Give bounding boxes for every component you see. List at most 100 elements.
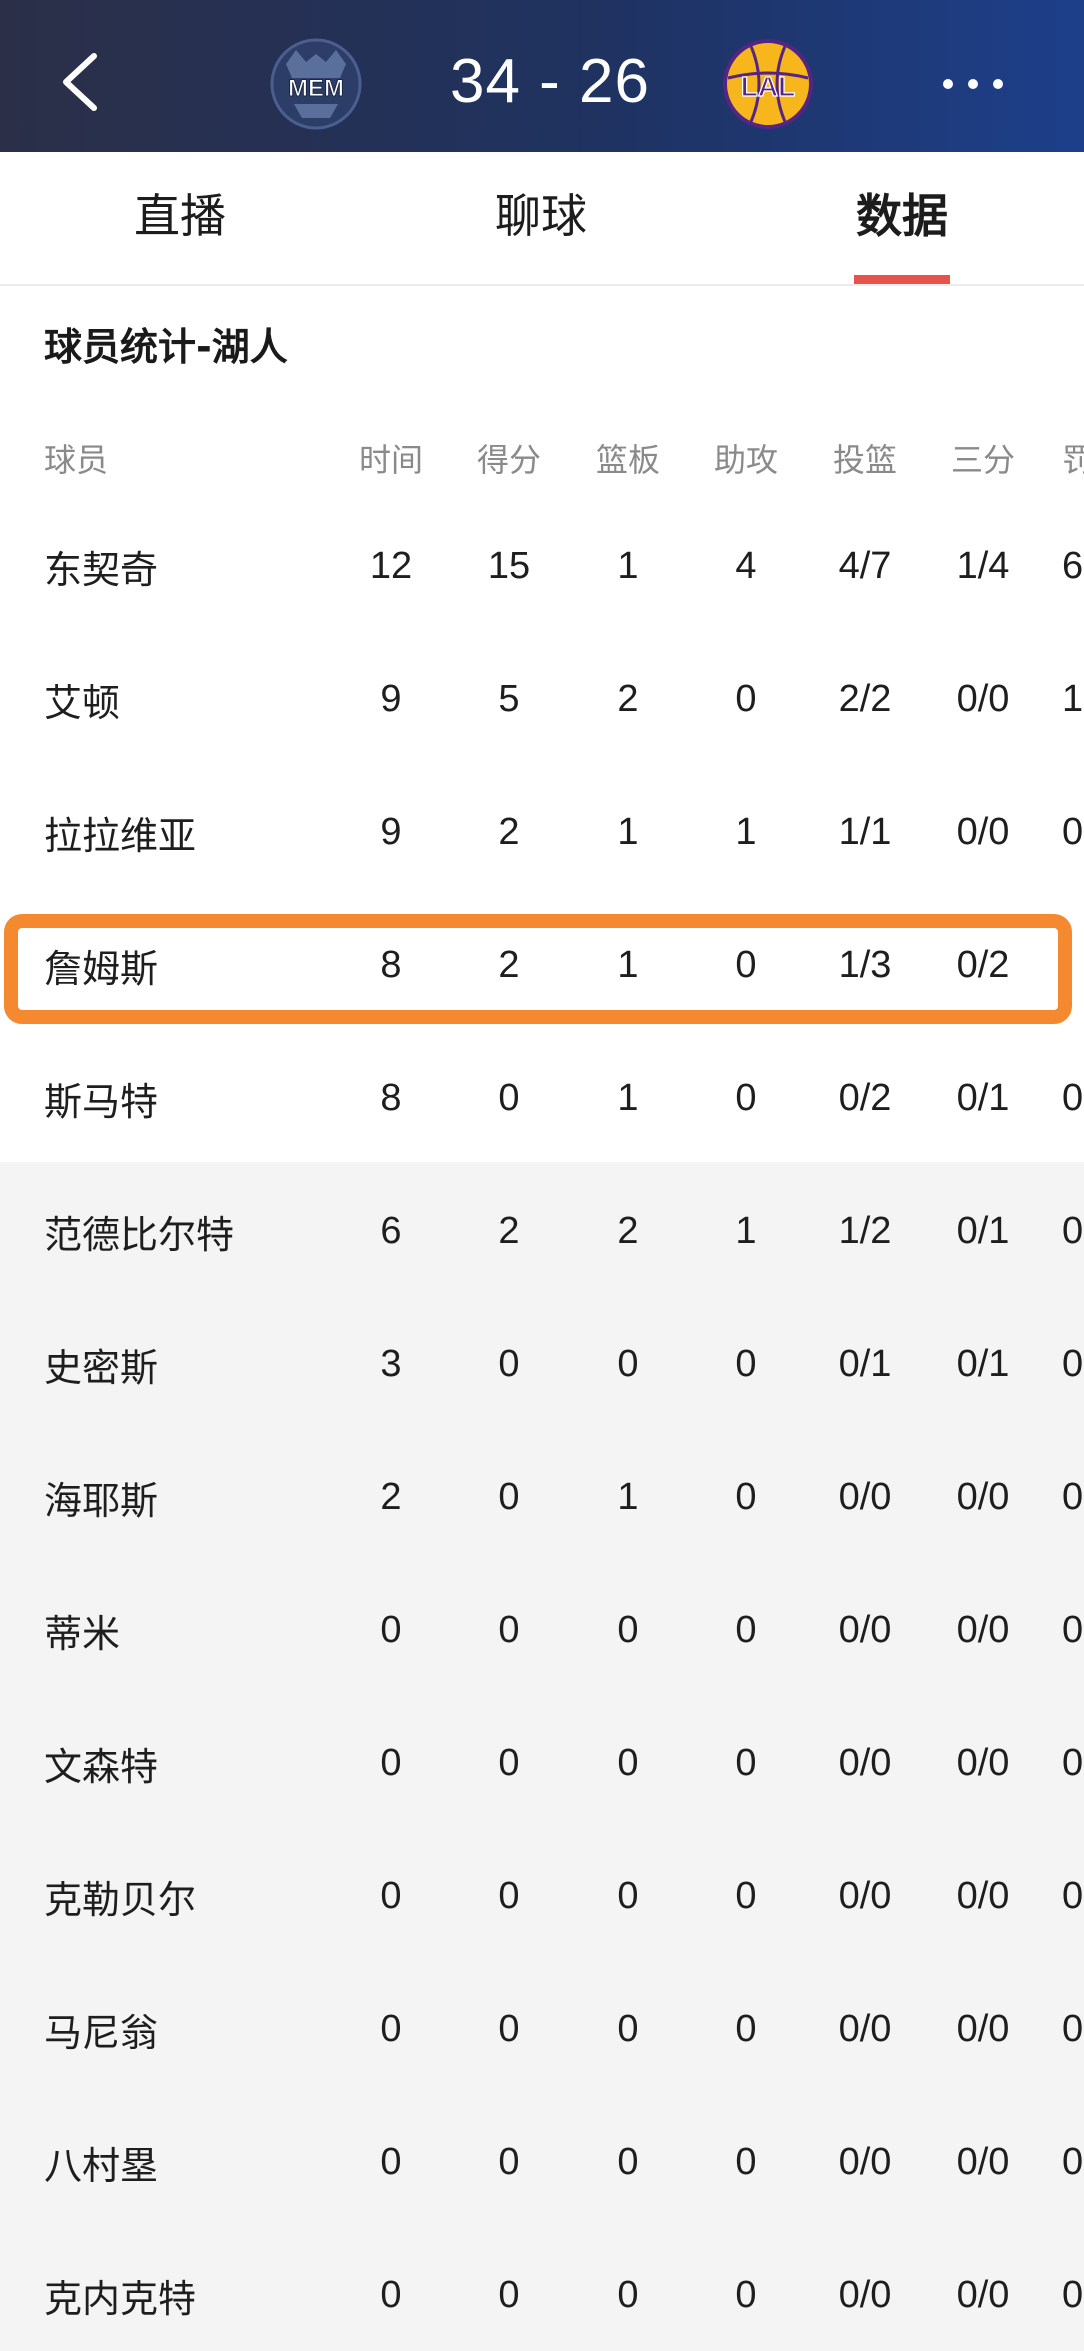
chevron-left-icon[interactable] [58, 52, 102, 112]
cell-player-name: 蒂米 [44, 1611, 121, 1656]
team-abbr-mem: MEM [288, 75, 344, 102]
team-logo-mem[interactable]: MEM [270, 38, 362, 130]
cell-rebounds: 0 [617, 1342, 639, 1385]
table-row[interactable]: 拉拉维亚 9 2 1 1 1/1 0/0 0 [0, 776, 1084, 888]
cell-three-pointers: 0/0 [956, 1741, 1010, 1784]
cell-assists: 0 [735, 1076, 757, 1119]
cell-player-name: 马尼翁 [44, 2010, 159, 2055]
active-tab-indicator [854, 275, 950, 284]
cell-minutes: 9 [380, 810, 402, 853]
cell-points: 5 [498, 677, 520, 720]
cell-assists: 0 [735, 1741, 757, 1784]
table-row[interactable]: 蒂米 0 0 0 0 0/0 0/0 0 [0, 1574, 1084, 1686]
cell-points: 0 [498, 2140, 520, 2183]
tab-chat[interactable]: 聊球 [441, 152, 641, 284]
cell-free-throws: 1 [1062, 677, 1084, 720]
cell-field-goals: 0/0 [838, 1608, 892, 1651]
cell-free-throws: 0 [1062, 810, 1084, 853]
cell-player-name: 史密斯 [44, 1345, 159, 1390]
cell-assists: 0 [735, 1475, 757, 1518]
cell-minutes: 8 [380, 1076, 402, 1119]
cell-player-name: 范德比尔特 [44, 1212, 235, 1257]
cell-points: 0 [498, 1342, 520, 1385]
cell-free-throws: 0 [1062, 1608, 1084, 1651]
cell-rebounds: 0 [617, 1608, 639, 1651]
cell-minutes: 0 [380, 1874, 402, 1917]
cell-assists: 0 [735, 2273, 757, 2316]
cell-free-throws: 6 [1062, 544, 1084, 587]
cell-three-pointers: 0/0 [956, 2140, 1010, 2183]
table-row[interactable]: 克内克特 0 0 0 0 0/0 0/0 0 [0, 2239, 1084, 2351]
table-row[interactable]: 八村塁 0 0 0 0 0/0 0/0 0 [0, 2106, 1084, 2218]
cell-rebounds: 1 [617, 1076, 639, 1119]
cell-assists: 0 [735, 1608, 757, 1651]
cell-three-pointers: 0/0 [956, 2273, 1010, 2316]
table-row[interactable]: 斯马特 8 0 1 0 0/2 0/1 0 [0, 1042, 1084, 1154]
cell-free-throws: 0 [1062, 2007, 1084, 2050]
table-row[interactable]: 克勒贝尔 0 0 0 0 0/0 0/0 0 [0, 1840, 1084, 1952]
cell-free-throws: 0 [1062, 1342, 1084, 1385]
tab-stats[interactable]: 数据 [802, 152, 1002, 284]
cell-minutes: 0 [380, 2007, 402, 2050]
cell-field-goals: 0/1 [838, 1342, 892, 1385]
table-row[interactable]: 文森特 0 0 0 0 0/0 0/0 0 [0, 1707, 1084, 1819]
stats-table-header: 球员 时间 得分 篮板 助攻 投篮 三分 罚 [0, 420, 1084, 496]
cell-rebounds: 0 [617, 2140, 639, 2183]
cell-free-throws: 0 [1062, 1076, 1084, 1119]
column-header-assists: 助攻 [713, 441, 778, 479]
cell-rebounds: 1 [617, 1475, 639, 1518]
cell-rebounds: 0 [617, 2273, 639, 2316]
table-row[interactable]: 海耶斯 2 0 1 0 0/0 0/0 0 [0, 1441, 1084, 1553]
cell-points: 0 [498, 1608, 520, 1651]
cell-field-goals: 4/7 [838, 544, 892, 587]
cell-minutes: 12 [369, 544, 413, 587]
cell-points: 2 [498, 810, 520, 853]
game-score: 34 - 26 [449, 47, 651, 116]
cell-field-goals: 1/2 [838, 1209, 892, 1252]
cell-minutes: 3 [380, 1342, 402, 1385]
cell-assists: 0 [735, 677, 757, 720]
cell-points: 0 [498, 1874, 520, 1917]
cell-points: 15 [487, 544, 531, 587]
table-row[interactable]: 东契奇 12 15 1 4 4/7 1/4 6 [0, 510, 1084, 622]
cell-field-goals: 0/0 [838, 1874, 892, 1917]
cell-player-name: 斯马特 [44, 1079, 159, 1124]
cell-minutes: 0 [380, 1741, 402, 1784]
cell-rebounds: 0 [617, 1874, 639, 1917]
cell-minutes: 0 [380, 1608, 402, 1651]
team-logo-lal[interactable]: LAL [722, 38, 814, 130]
cell-field-goals: 0/0 [838, 2007, 892, 2050]
cell-field-goals: 0/0 [838, 2140, 892, 2183]
cell-player-name: 拉拉维亚 [44, 813, 197, 858]
highlight-box [4, 914, 1072, 1024]
cell-player-name: 八村塁 [44, 2143, 159, 2188]
table-row[interactable]: 范德比尔特 6 2 2 1 1/2 0/1 0 [0, 1175, 1084, 1287]
cell-player-name: 克内克特 [44, 2276, 197, 2321]
tab-live[interactable]: 直播 [80, 152, 280, 284]
cell-free-throws: 0 [1062, 2273, 1084, 2316]
cell-three-pointers: 1/4 [956, 544, 1010, 587]
cell-free-throws: 0 [1062, 1475, 1084, 1518]
cell-rebounds: 1 [617, 544, 639, 587]
cell-points: 0 [498, 1741, 520, 1784]
cell-points: 2 [498, 1209, 520, 1252]
cell-field-goals: 0/0 [838, 1741, 892, 1784]
cell-rebounds: 2 [617, 677, 639, 720]
game-header-bar: MEM 34 - 26 LAL [0, 0, 1084, 152]
table-row[interactable]: 史密斯 3 0 0 0 0/1 0/1 0 [0, 1308, 1084, 1420]
column-header-rebounds: 篮板 [595, 441, 660, 479]
cell-points: 0 [498, 1076, 520, 1119]
cell-field-goals: 0/2 [838, 1076, 892, 1119]
cell-three-pointers: 0/0 [956, 810, 1010, 853]
cell-free-throws: 0 [1062, 1741, 1084, 1784]
table-row[interactable]: 马尼翁 0 0 0 0 0/0 0/0 0 [0, 1973, 1084, 2085]
cell-assists: 4 [735, 544, 757, 587]
tab-bar: 直播 聊球 数据 [0, 152, 1084, 286]
cell-rebounds: 1 [617, 810, 639, 853]
column-header-free-throws: 罚 [1062, 441, 1084, 479]
cell-three-pointers: 0/1 [956, 1076, 1010, 1119]
cell-field-goals: 0/0 [838, 2273, 892, 2316]
cell-rebounds: 2 [617, 1209, 639, 1252]
more-horizontal-icon[interactable] [938, 72, 1008, 96]
table-row[interactable]: 艾顿 9 5 2 0 2/2 0/0 1 [0, 643, 1084, 755]
